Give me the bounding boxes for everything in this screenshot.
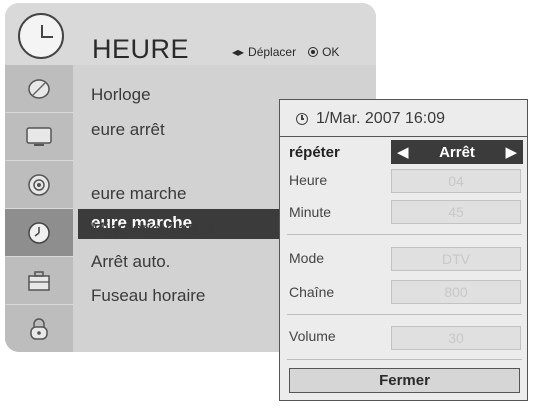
mode-label: Mode <box>289 250 325 266</box>
popup-divider <box>280 136 527 137</box>
volume-field[interactable]: 30 <box>391 326 521 350</box>
separator <box>287 234 522 235</box>
sidebar-item-picture[interactable] <box>5 113 73 161</box>
navigation-hint: ◂▸ Déplacer OK <box>232 45 339 59</box>
clock-icon <box>26 220 52 246</box>
minute-label: Minute <box>289 204 332 220</box>
repeat-value: Arrêt <box>439 143 475 161</box>
hour-field[interactable]: 04 <box>391 169 521 193</box>
sidebar-item-lock[interactable] <box>5 305 73 352</box>
sidebar-item-channel[interactable] <box>5 65 73 113</box>
on-time-settings-popup: 1/Mar. 2007 16:09 répéter ◀ Arrêt ▶ Heur… <box>279 99 528 401</box>
menu-item-time-zone[interactable]: Fuseau horaire <box>91 286 205 306</box>
datetime-text: 1/Mar. 2007 16:09 <box>316 110 445 127</box>
menu-item-auto-off[interactable]: Arrêt auto. <box>91 252 170 272</box>
repeat-label: répéter <box>289 144 340 161</box>
menu-item-sleep-timer[interactable]: Minuterie d'arrêt <box>91 219 213 239</box>
move-arrows-icon: ◂▸ <box>232 45 245 59</box>
close-button[interactable]: Fermer <box>289 368 520 393</box>
menu-header: HEURE ◂▸ Déplacer OK <box>5 3 376 65</box>
sidebar <box>5 65 73 352</box>
small-clock-icon <box>296 113 308 125</box>
clock-header-icon <box>18 13 64 59</box>
hint-move-label: Déplacer <box>248 45 297 59</box>
sidebar-item-audio[interactable] <box>5 161 73 209</box>
right-arrow-icon[interactable]: ▶ <box>505 143 517 161</box>
menu-item-off-time[interactable]: eure arrêt <box>91 120 165 140</box>
separator <box>287 359 522 360</box>
minute-field[interactable]: 45 <box>391 200 521 224</box>
hour-label: Heure <box>289 172 328 188</box>
mode-field[interactable]: DTV <box>391 247 521 271</box>
menu-item-clock[interactable]: Horloge <box>91 85 151 105</box>
satellite-dish-icon <box>26 76 52 102</box>
menu-title: HEURE <box>92 34 190 64</box>
ok-button-icon <box>308 47 319 57</box>
left-arrow-icon[interactable]: ◀ <box>397 143 409 161</box>
volume-label: Volume <box>289 328 336 344</box>
channel-label: Chaîne <box>289 284 335 300</box>
sidebar-item-time[interactable] <box>5 209 73 257</box>
padlock-icon <box>26 316 52 342</box>
sidebar-item-options[interactable] <box>5 257 73 305</box>
current-datetime: 1/Mar. 2007 16:09 <box>296 110 445 128</box>
speaker-icon <box>26 172 52 198</box>
tv-screen-icon <box>26 124 52 150</box>
channel-field[interactable]: 800 <box>391 280 521 304</box>
separator <box>287 314 522 315</box>
repeat-selector[interactable]: ◀ Arrêt ▶ <box>391 140 523 164</box>
toolbox-icon <box>26 268 52 294</box>
hint-ok-label: OK <box>322 45 340 59</box>
menu-item-on-time-2[interactable]: eure marche <box>91 184 186 204</box>
